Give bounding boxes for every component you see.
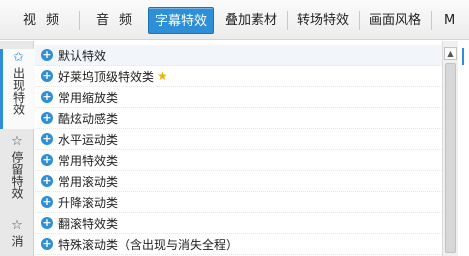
list-item[interactable]: + 翻滚特效类: [35, 213, 442, 234]
list-item-label: 常用特效类: [58, 153, 119, 168]
appear-star-icon: ✩: [13, 50, 24, 65]
list-item-label: 特殊滚动类（含出现与消失全程）: [58, 237, 239, 252]
list-item-label: 酷炫动感类: [58, 111, 119, 126]
star-icon: ★: [157, 69, 168, 83]
list-item[interactable]: + 默认特效: [35, 45, 442, 66]
list-item-label: 升降滚动类: [58, 195, 119, 210]
list-item-label: 常用滚动类: [58, 174, 119, 189]
list-item-label: 常用缩放类: [58, 90, 119, 105]
tab-overlay-material[interactable]: 叠加素材: [219, 7, 283, 34]
expand-plus-icon[interactable]: +: [41, 133, 53, 145]
text-cursor-indicator: [462, 48, 464, 65]
tab-divider: [431, 11, 432, 30]
disappear-star-icon: ☆: [11, 218, 23, 233]
list-item-label: 水平运动类: [58, 132, 119, 147]
tab-audio[interactable]: 音频: [84, 7, 144, 34]
effect-tab-bar: 视频 音频 字幕特效 叠加素材 转场特效 画面风格 M T: [0, 0, 469, 40]
effect-category-rail: ✩ 出现特效 ☆ 停留特效 ☆ 消: [0, 41, 35, 256]
rail-tab-stay-effects[interactable]: ☆ 停留特效: [0, 133, 34, 213]
list-item[interactable]: + 升降滚动类: [35, 192, 442, 213]
list-item[interactable]: + 水平运动类: [35, 129, 442, 150]
expand-plus-icon[interactable]: +: [41, 196, 53, 208]
expand-plus-icon[interactable]: +: [41, 91, 53, 103]
tab-divider: [79, 11, 80, 30]
list-item[interactable]: + 特殊滚动类（含出现与消失全程）: [35, 234, 442, 255]
tab-video[interactable]: 视频: [6, 7, 76, 34]
list-item-label: 好莱坞顶级特效类: [58, 69, 155, 84]
scroll-up-icon[interactable]: ▲: [444, 47, 457, 60]
tab-divider: [287, 11, 288, 30]
expand-plus-icon[interactable]: +: [41, 49, 53, 61]
rail-tab-label: 停留特效: [10, 151, 24, 199]
list-item[interactable]: + 酷炫动感类: [35, 108, 442, 129]
expand-plus-icon[interactable]: +: [41, 112, 53, 124]
rail-tab-appear-effects[interactable]: ✩ 出现特效: [0, 49, 35, 129]
tab-transition-effects[interactable]: 转场特效: [291, 7, 355, 34]
tab-mtv[interactable]: M T: [434, 7, 469, 34]
expand-plus-icon[interactable]: +: [41, 70, 53, 82]
expand-plus-icon[interactable]: +: [41, 238, 53, 250]
list-item[interactable]: + 常用特效类: [35, 150, 442, 171]
stay-star-icon: ☆: [11, 134, 23, 149]
rail-tab-label: 消: [10, 235, 24, 247]
list-item[interactable]: + 常用滚动类: [35, 171, 442, 192]
tab-divider: [359, 11, 360, 30]
tab-subtitle-effects[interactable]: 字幕特效: [148, 7, 214, 34]
list-item-label: 默认特效: [58, 48, 107, 63]
rail-tab-label: 出现特效: [11, 67, 26, 115]
expand-plus-icon[interactable]: +: [41, 217, 53, 229]
tab-picture-style[interactable]: 画面风格: [363, 7, 427, 34]
list-item[interactable]: + 常用缩放类: [35, 87, 442, 108]
list-item-label: 翻滚特效类: [58, 216, 119, 231]
scrollbar-thumb[interactable]: [445, 63, 456, 253]
expand-plus-icon[interactable]: +: [41, 154, 53, 166]
preview-edge: [458, 41, 469, 256]
list-scrollbar[interactable]: ▲: [442, 41, 458, 256]
list-item[interactable]: + 好莱坞顶级特效类 ★: [35, 66, 442, 87]
rail-tab-disappear-effects[interactable]: ☆ 消: [0, 217, 34, 256]
expand-plus-icon[interactable]: +: [41, 175, 53, 187]
effects-list: + 默认特效 + 好莱坞顶级特效类 ★ + 常用缩放类 + 酷炫动感类 + 水平…: [35, 41, 442, 256]
